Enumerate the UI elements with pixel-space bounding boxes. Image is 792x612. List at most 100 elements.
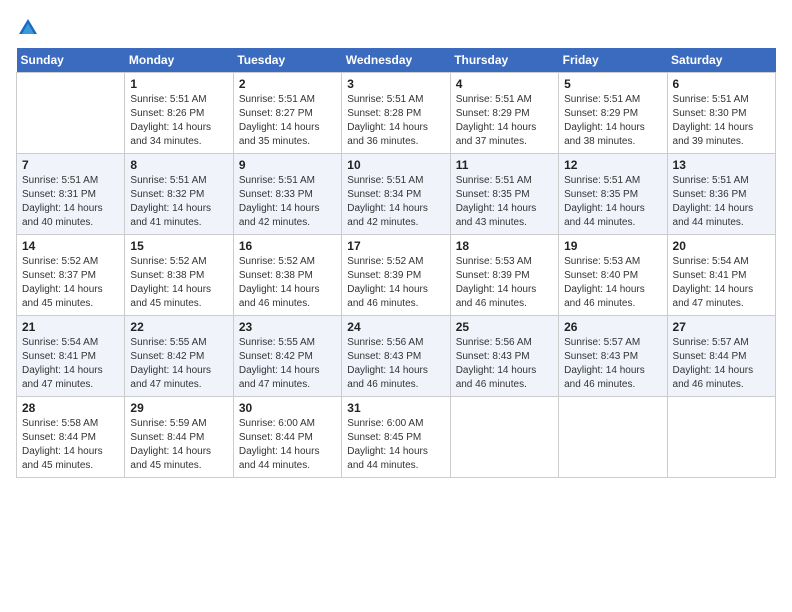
day-number: 13	[673, 158, 770, 172]
day-number: 31	[347, 401, 444, 415]
calendar-cell	[17, 73, 125, 154]
sunset-text: Sunset: 8:29 PM	[456, 108, 530, 119]
sunset-text: Sunset: 8:45 PM	[347, 432, 421, 443]
daylight-text: Daylight: 14 hours and 46 minutes.	[456, 365, 537, 390]
day-number: 2	[239, 77, 336, 91]
daylight-text: Daylight: 14 hours and 42 minutes.	[239, 203, 320, 228]
sunset-text: Sunset: 8:44 PM	[22, 432, 96, 443]
sunrise-text: Sunrise: 5:52 AM	[347, 256, 423, 267]
sunrise-text: Sunrise: 5:53 AM	[456, 256, 532, 267]
daylight-text: Daylight: 14 hours and 46 minutes.	[564, 284, 645, 309]
daylight-text: Daylight: 14 hours and 35 minutes.	[239, 122, 320, 147]
sunset-text: Sunset: 8:43 PM	[456, 351, 530, 362]
daylight-text: Daylight: 14 hours and 47 minutes.	[22, 365, 103, 390]
calendar-row: 1 Sunrise: 5:51 AM Sunset: 8:26 PM Dayli…	[17, 73, 776, 154]
day-number: 7	[22, 158, 119, 172]
daylight-text: Daylight: 14 hours and 44 minutes.	[673, 203, 754, 228]
sunset-text: Sunset: 8:40 PM	[564, 270, 638, 281]
calendar-cell: 12 Sunrise: 5:51 AM Sunset: 8:35 PM Dayl…	[559, 154, 667, 235]
daylight-text: Daylight: 14 hours and 43 minutes.	[456, 203, 537, 228]
calendar-header-wednesday: Wednesday	[342, 48, 450, 73]
calendar-cell: 13 Sunrise: 5:51 AM Sunset: 8:36 PM Dayl…	[667, 154, 775, 235]
sunrise-text: Sunrise: 5:51 AM	[130, 175, 206, 186]
day-number: 30	[239, 401, 336, 415]
sunset-text: Sunset: 8:35 PM	[564, 189, 638, 200]
calendar-cell: 18 Sunrise: 5:53 AM Sunset: 8:39 PM Dayl…	[450, 235, 558, 316]
calendar-cell: 30 Sunrise: 6:00 AM Sunset: 8:44 PM Dayl…	[233, 397, 341, 478]
calendar-cell: 6 Sunrise: 5:51 AM Sunset: 8:30 PM Dayli…	[667, 73, 775, 154]
daylight-text: Daylight: 14 hours and 38 minutes.	[564, 122, 645, 147]
daylight-text: Daylight: 14 hours and 45 minutes.	[130, 446, 211, 471]
day-info: Sunrise: 5:57 AM Sunset: 8:43 PM Dayligh…	[564, 336, 661, 392]
day-number: 12	[564, 158, 661, 172]
day-number: 17	[347, 239, 444, 253]
calendar-cell: 25 Sunrise: 5:56 AM Sunset: 8:43 PM Dayl…	[450, 316, 558, 397]
sunrise-text: Sunrise: 5:52 AM	[239, 256, 315, 267]
daylight-text: Daylight: 14 hours and 37 minutes.	[456, 122, 537, 147]
calendar-cell: 19 Sunrise: 5:53 AM Sunset: 8:40 PM Dayl…	[559, 235, 667, 316]
calendar-cell: 3 Sunrise: 5:51 AM Sunset: 8:28 PM Dayli…	[342, 73, 450, 154]
day-info: Sunrise: 5:51 AM Sunset: 8:29 PM Dayligh…	[456, 93, 553, 149]
day-info: Sunrise: 6:00 AM Sunset: 8:45 PM Dayligh…	[347, 417, 444, 473]
day-number: 11	[456, 158, 553, 172]
sunrise-text: Sunrise: 5:51 AM	[22, 175, 98, 186]
calendar-cell: 20 Sunrise: 5:54 AM Sunset: 8:41 PM Dayl…	[667, 235, 775, 316]
day-info: Sunrise: 5:51 AM Sunset: 8:29 PM Dayligh…	[564, 93, 661, 149]
sunrise-text: Sunrise: 5:54 AM	[22, 337, 98, 348]
day-info: Sunrise: 5:51 AM Sunset: 8:35 PM Dayligh…	[564, 174, 661, 230]
sunrise-text: Sunrise: 5:52 AM	[22, 256, 98, 267]
sunrise-text: Sunrise: 6:00 AM	[239, 418, 315, 429]
day-number: 26	[564, 320, 661, 334]
sunrise-text: Sunrise: 5:51 AM	[456, 175, 532, 186]
day-number: 6	[673, 77, 770, 91]
day-info: Sunrise: 5:51 AM Sunset: 8:31 PM Dayligh…	[22, 174, 119, 230]
day-info: Sunrise: 5:52 AM Sunset: 8:37 PM Dayligh…	[22, 255, 119, 311]
day-info: Sunrise: 5:58 AM Sunset: 8:44 PM Dayligh…	[22, 417, 119, 473]
daylight-text: Daylight: 14 hours and 45 minutes.	[130, 284, 211, 309]
calendar-header-friday: Friday	[559, 48, 667, 73]
sunrise-text: Sunrise: 5:51 AM	[564, 94, 640, 105]
calendar-cell: 14 Sunrise: 5:52 AM Sunset: 8:37 PM Dayl…	[17, 235, 125, 316]
day-info: Sunrise: 5:52 AM Sunset: 8:38 PM Dayligh…	[130, 255, 227, 311]
sunset-text: Sunset: 8:41 PM	[673, 270, 747, 281]
sunset-text: Sunset: 8:36 PM	[673, 189, 747, 200]
daylight-text: Daylight: 14 hours and 40 minutes.	[22, 203, 103, 228]
calendar-cell: 10 Sunrise: 5:51 AM Sunset: 8:34 PM Dayl…	[342, 154, 450, 235]
day-info: Sunrise: 5:51 AM Sunset: 8:26 PM Dayligh…	[130, 93, 227, 149]
daylight-text: Daylight: 14 hours and 46 minutes.	[564, 365, 645, 390]
sunset-text: Sunset: 8:32 PM	[130, 189, 204, 200]
day-info: Sunrise: 5:51 AM Sunset: 8:32 PM Dayligh…	[130, 174, 227, 230]
sunrise-text: Sunrise: 5:54 AM	[673, 256, 749, 267]
daylight-text: Daylight: 14 hours and 44 minutes.	[239, 446, 320, 471]
day-info: Sunrise: 5:59 AM Sunset: 8:44 PM Dayligh…	[130, 417, 227, 473]
day-info: Sunrise: 5:54 AM Sunset: 8:41 PM Dayligh…	[22, 336, 119, 392]
day-info: Sunrise: 5:51 AM Sunset: 8:34 PM Dayligh…	[347, 174, 444, 230]
sunrise-text: Sunrise: 5:51 AM	[347, 175, 423, 186]
daylight-text: Daylight: 14 hours and 36 minutes.	[347, 122, 428, 147]
calendar-cell: 2 Sunrise: 5:51 AM Sunset: 8:27 PM Dayli…	[233, 73, 341, 154]
calendar-header-row: SundayMondayTuesdayWednesdayThursdayFrid…	[17, 48, 776, 73]
day-number: 21	[22, 320, 119, 334]
calendar-cell	[667, 397, 775, 478]
sunset-text: Sunset: 8:34 PM	[347, 189, 421, 200]
calendar-cell: 7 Sunrise: 5:51 AM Sunset: 8:31 PM Dayli…	[17, 154, 125, 235]
day-number: 14	[22, 239, 119, 253]
sunset-text: Sunset: 8:44 PM	[130, 432, 204, 443]
daylight-text: Daylight: 14 hours and 41 minutes.	[130, 203, 211, 228]
daylight-text: Daylight: 14 hours and 45 minutes.	[22, 284, 103, 309]
day-info: Sunrise: 6:00 AM Sunset: 8:44 PM Dayligh…	[239, 417, 336, 473]
day-info: Sunrise: 5:51 AM Sunset: 8:28 PM Dayligh…	[347, 93, 444, 149]
day-info: Sunrise: 5:51 AM Sunset: 8:27 PM Dayligh…	[239, 93, 336, 149]
daylight-text: Daylight: 14 hours and 46 minutes.	[673, 365, 754, 390]
day-info: Sunrise: 5:51 AM Sunset: 8:35 PM Dayligh…	[456, 174, 553, 230]
sunset-text: Sunset: 8:35 PM	[456, 189, 530, 200]
sunset-text: Sunset: 8:30 PM	[673, 108, 747, 119]
day-number: 8	[130, 158, 227, 172]
daylight-text: Daylight: 14 hours and 47 minutes.	[673, 284, 754, 309]
sunset-text: Sunset: 8:31 PM	[22, 189, 96, 200]
calendar-cell: 23 Sunrise: 5:55 AM Sunset: 8:42 PM Dayl…	[233, 316, 341, 397]
calendar-cell: 4 Sunrise: 5:51 AM Sunset: 8:29 PM Dayli…	[450, 73, 558, 154]
calendar-cell: 22 Sunrise: 5:55 AM Sunset: 8:42 PM Dayl…	[125, 316, 233, 397]
day-number: 28	[22, 401, 119, 415]
day-number: 20	[673, 239, 770, 253]
